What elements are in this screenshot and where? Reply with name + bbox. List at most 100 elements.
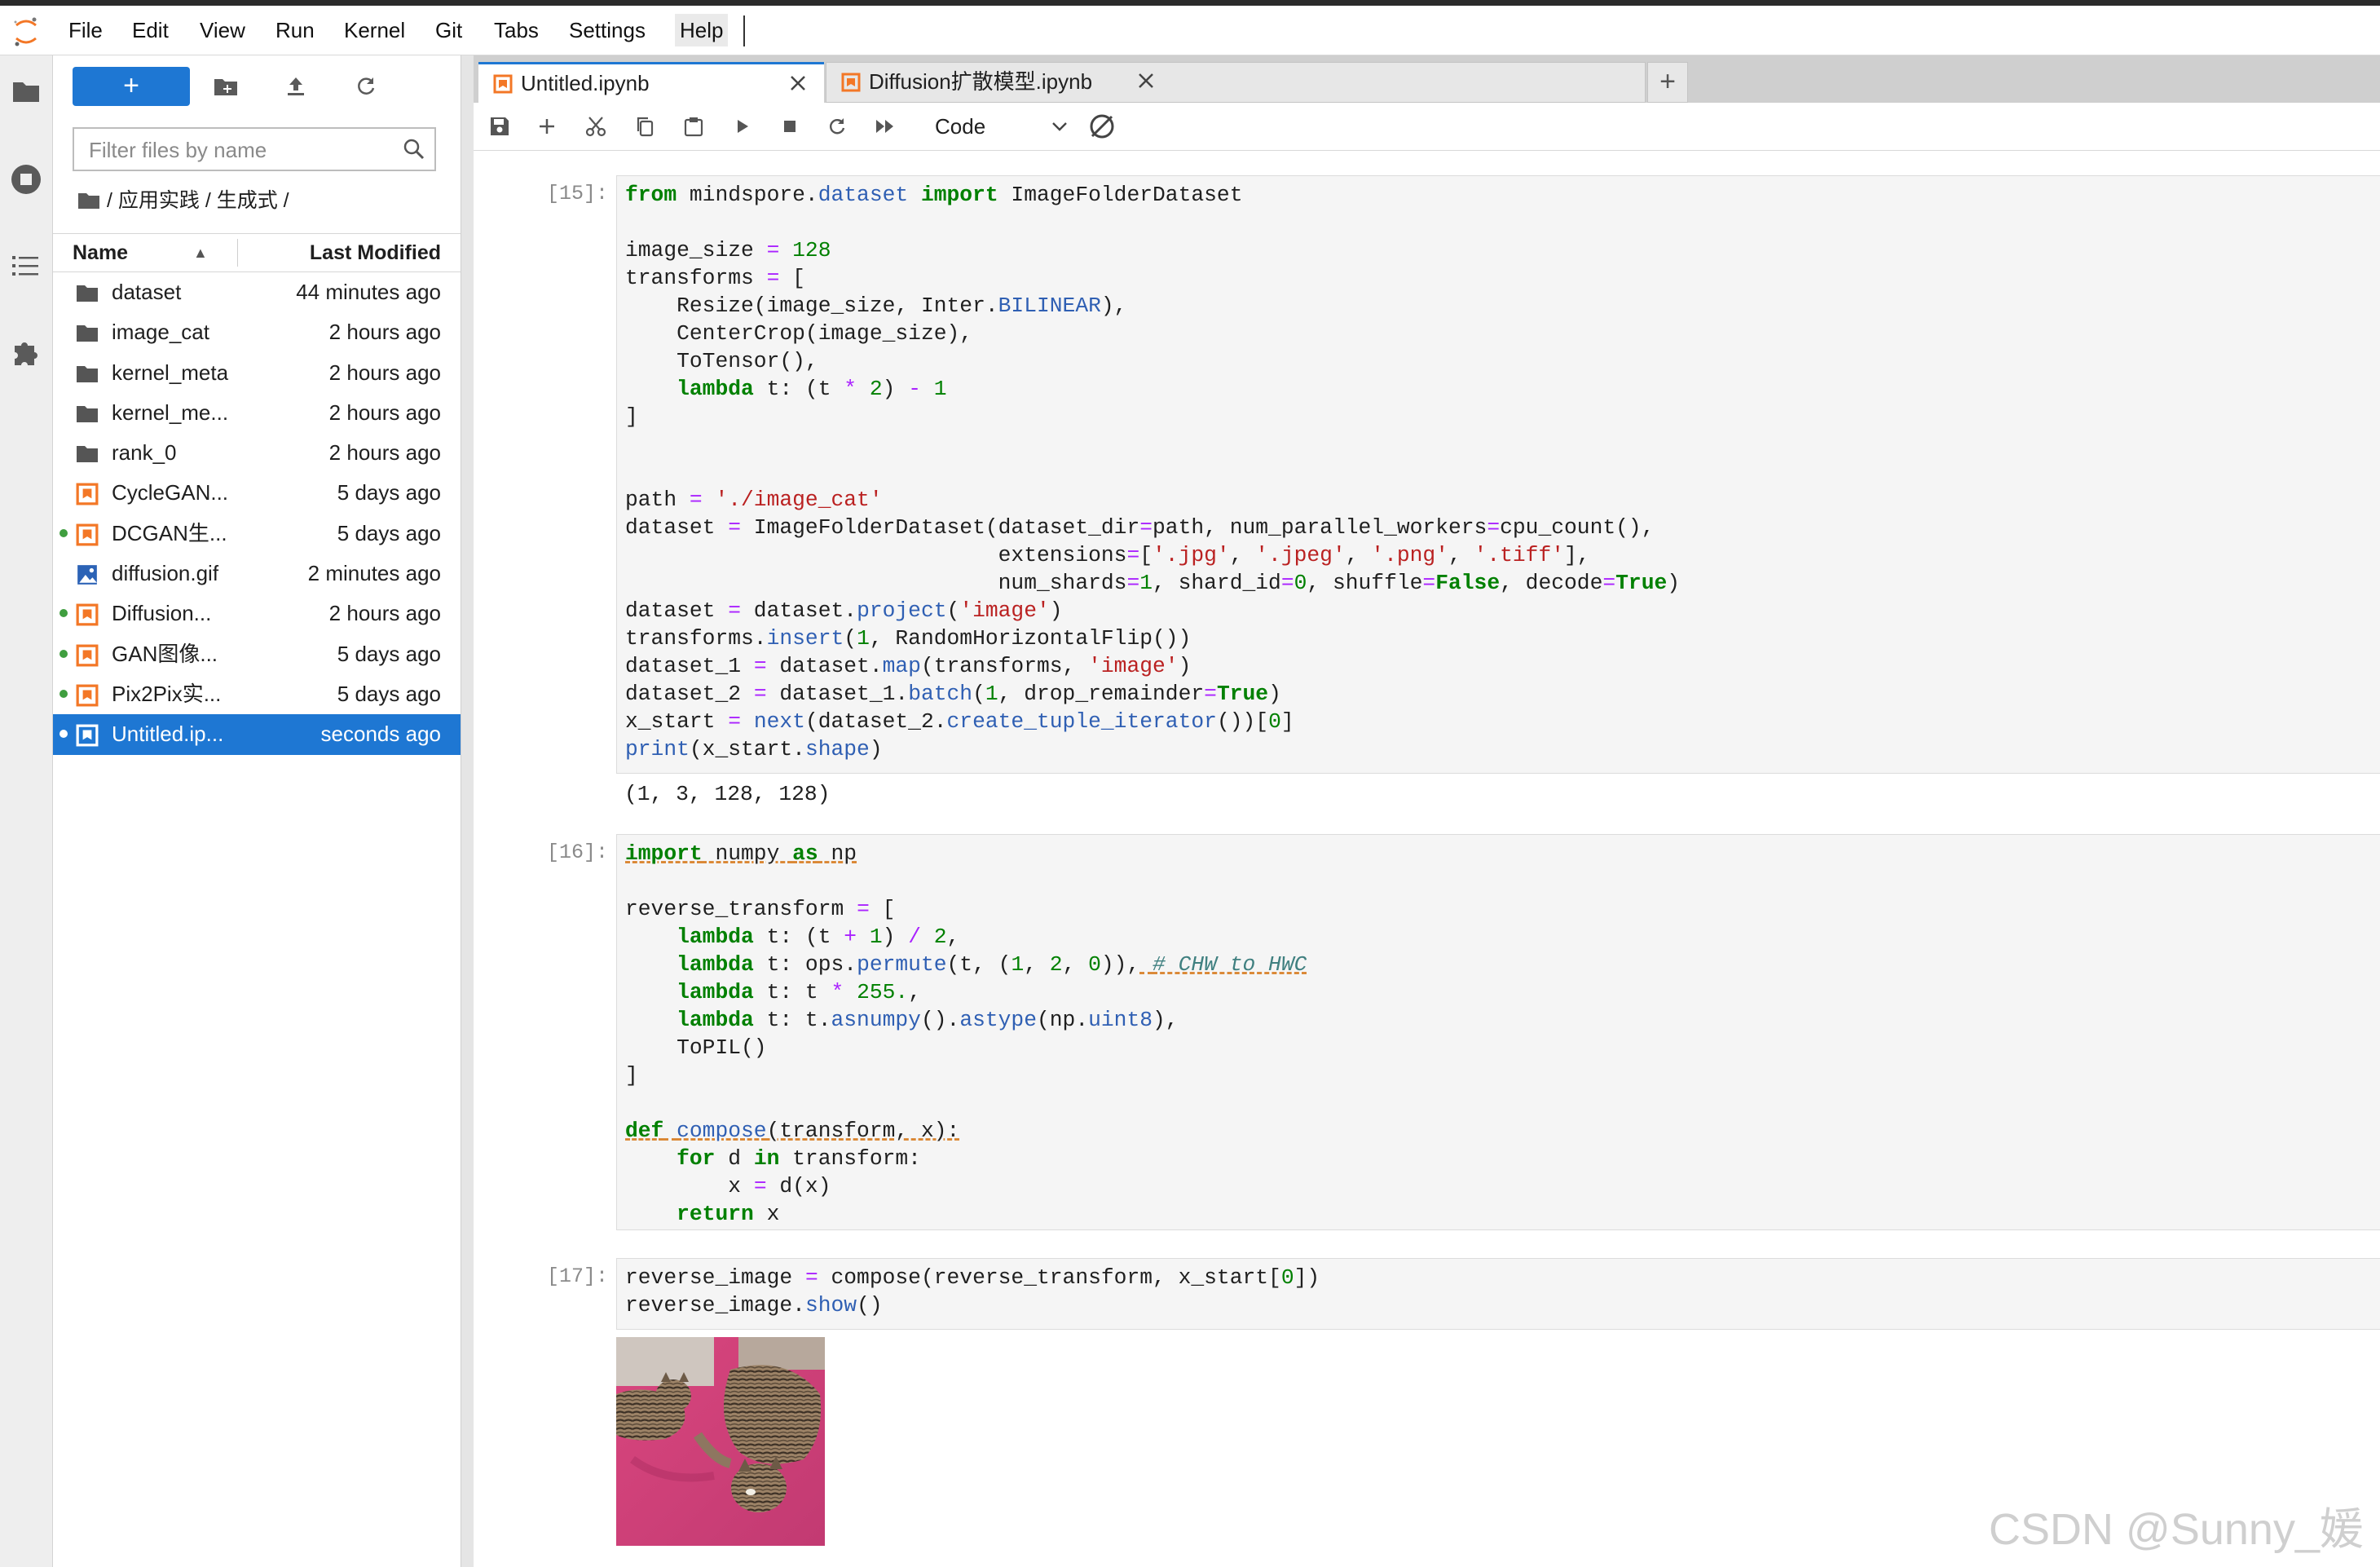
file-list-item[interactable]: dataset 44 minutes ago	[53, 272, 461, 312]
file-modified: 2 hours ago	[328, 440, 441, 466]
menu-edit[interactable]: Edit	[127, 14, 174, 46]
breadcrumb-folder-icon	[78, 193, 99, 209]
file-list-item[interactable]: image_cat 2 hours ago	[53, 312, 461, 352]
file-list-item[interactable]: Diffusion... 2 hours ago	[53, 594, 461, 633]
table-of-contents-icon[interactable]	[10, 249, 42, 282]
menu-separator	[743, 15, 745, 46]
new-launcher-button[interactable]: +	[73, 67, 190, 106]
code-cell-15[interactable]: from mindspore.dataset import ImageFolde…	[616, 175, 2380, 774]
file-list-item[interactable]: Untitled.ip... seconds ago	[53, 714, 461, 755]
file-list-item[interactable]: rank_0 2 hours ago	[53, 433, 461, 473]
notebook-icon	[76, 684, 99, 707]
menu-git[interactable]: Git	[430, 14, 467, 46]
document-tab-bar: Untitled.ipynb Diffusion扩散模型.ipynb +	[474, 55, 2380, 103]
file-name: Diffusion...	[112, 601, 212, 626]
file-list-item[interactable]: GAN图像... 5 days ago	[53, 634, 461, 674]
notebook-icon	[76, 644, 99, 667]
file-list-item[interactable]: CycleGAN... 5 days ago	[53, 473, 461, 513]
file-modified: 5 days ago	[337, 520, 441, 545]
file-name: CycleGAN...	[112, 480, 229, 505]
code-editor[interactable]: reverse_image = compose(reverse_transfor…	[617, 1259, 2380, 1319]
menu-view[interactable]: View	[195, 14, 250, 46]
extension-puzzle-icon[interactable]	[10, 336, 42, 369]
code-cell-17[interactable]: reverse_image = compose(reverse_transfor…	[616, 1258, 2380, 1330]
column-divider[interactable]	[237, 239, 238, 267]
cut-icon[interactable]	[583, 113, 609, 139]
search-icon	[403, 139, 425, 160]
filter-files-input-box	[73, 127, 436, 171]
running-kernels-icon[interactable]	[10, 163, 42, 196]
tab-untitled-ipynb[interactable]: Untitled.ipynb	[478, 62, 824, 103]
upload-icon[interactable]	[281, 72, 311, 101]
panel-splitter[interactable]	[461, 55, 474, 1567]
column-modified-header[interactable]: Last Modified	[310, 234, 441, 271]
menu-run[interactable]: Run	[271, 14, 320, 46]
file-modified: 2 hours ago	[328, 601, 441, 626]
interrupt-kernel-icon[interactable]	[777, 113, 803, 139]
menu-tabs[interactable]: Tabs	[489, 14, 544, 46]
file-list-item[interactable]: DCGAN生... 5 days ago	[53, 514, 461, 554]
restart-kernel-icon[interactable]	[824, 113, 850, 139]
file-name: rank_0	[112, 440, 177, 466]
file-modified: 2 minutes ago	[307, 561, 441, 586]
cell-type-dropdown[interactable]: Code	[930, 109, 1073, 143]
code-editor[interactable]: from mindspore.dataset import ImageFolde…	[617, 176, 2380, 763]
menu-help[interactable]: Help	[675, 14, 729, 46]
menu-kernel[interactable]: Kernel	[339, 14, 410, 46]
copy-icon[interactable]	[632, 113, 658, 139]
file-modified: 5 days ago	[337, 681, 441, 706]
cat-image-output	[616, 1337, 825, 1546]
cell-prompt: [15]:	[546, 182, 608, 205]
tab-label: Untitled.ipynb	[521, 71, 650, 95]
refresh-icon[interactable]	[351, 72, 381, 101]
file-name: Untitled.ip...	[112, 722, 224, 747]
file-name: kernel_me...	[112, 399, 229, 425]
file-list-header: Name ▲ Last Modified	[53, 233, 461, 272]
save-icon[interactable]	[487, 113, 513, 139]
column-name-header[interactable]: Name	[73, 234, 128, 271]
notebook-icon	[493, 74, 513, 94]
file-modified: seconds ago	[320, 722, 441, 747]
close-icon[interactable]	[1135, 69, 1157, 92]
menu-file[interactable]: File	[64, 14, 108, 46]
notebook-icon	[76, 523, 99, 546]
close-icon[interactable]	[787, 72, 809, 95]
folder-icon	[76, 443, 99, 464]
code-cell-16[interactable]: import numpy as np reverse_transform = […	[616, 834, 2380, 1230]
folder-icon[interactable]	[10, 75, 42, 108]
sort-ascending-icon[interactable]: ▲	[193, 234, 208, 271]
filter-files-input[interactable]	[74, 129, 392, 171]
new-tab-button[interactable]: +	[1647, 62, 1688, 103]
file-list-item[interactable]: diffusion.gif 2 minutes ago	[53, 554, 461, 594]
notebook-icon	[76, 483, 99, 505]
insert-cell-icon[interactable]	[534, 113, 560, 139]
breadcrumb-path[interactable]: / 应用实践 / 生成式 /	[107, 186, 289, 215]
cell-type-value: Code	[935, 114, 986, 139]
paste-icon[interactable]	[681, 113, 707, 139]
file-list-item[interactable]: Pix2Pix实... 5 days ago	[53, 674, 461, 714]
code-editor[interactable]: import numpy as np reverse_transform = […	[617, 835, 2380, 1228]
file-name: diffusion.gif	[112, 561, 219, 586]
notebook-icon	[76, 724, 99, 747]
running-indicator-icon	[60, 649, 68, 658]
chevron-down-icon	[1052, 122, 1067, 131]
window-top-strip	[0, 0, 2380, 6]
new-folder-icon[interactable]	[211, 72, 240, 101]
run-cell-icon[interactable]	[729, 113, 756, 139]
menu-settings[interactable]: Settings	[564, 14, 650, 46]
file-name: DCGAN生...	[112, 520, 227, 545]
notebook-icon	[76, 603, 99, 626]
file-modified: 2 hours ago	[328, 320, 441, 345]
cell-output: (1, 3, 128, 128)	[624, 782, 831, 806]
running-indicator-icon	[60, 689, 68, 698]
restart-run-all-icon[interactable]	[873, 113, 899, 139]
file-modified: 5 days ago	[337, 480, 441, 505]
file-list-item[interactable]: kernel_me... 2 hours ago	[53, 393, 461, 433]
cell-prompt: [17]:	[546, 1265, 608, 1288]
tab-diffusion-ipynb[interactable]: Diffusion扩散模型.ipynb	[826, 62, 1646, 103]
cell-prompt: [16]:	[546, 841, 608, 864]
breadcrumb[interactable]: / 应用实践 / 生成式 /	[77, 186, 289, 215]
file-browser-panel: + / 应用实践 / 生成式 / Name ▲ Last Modified da…	[53, 55, 461, 1567]
image-file-icon	[76, 563, 99, 585]
file-list-item[interactable]: kernel_meta 2 hours ago	[53, 353, 461, 393]
